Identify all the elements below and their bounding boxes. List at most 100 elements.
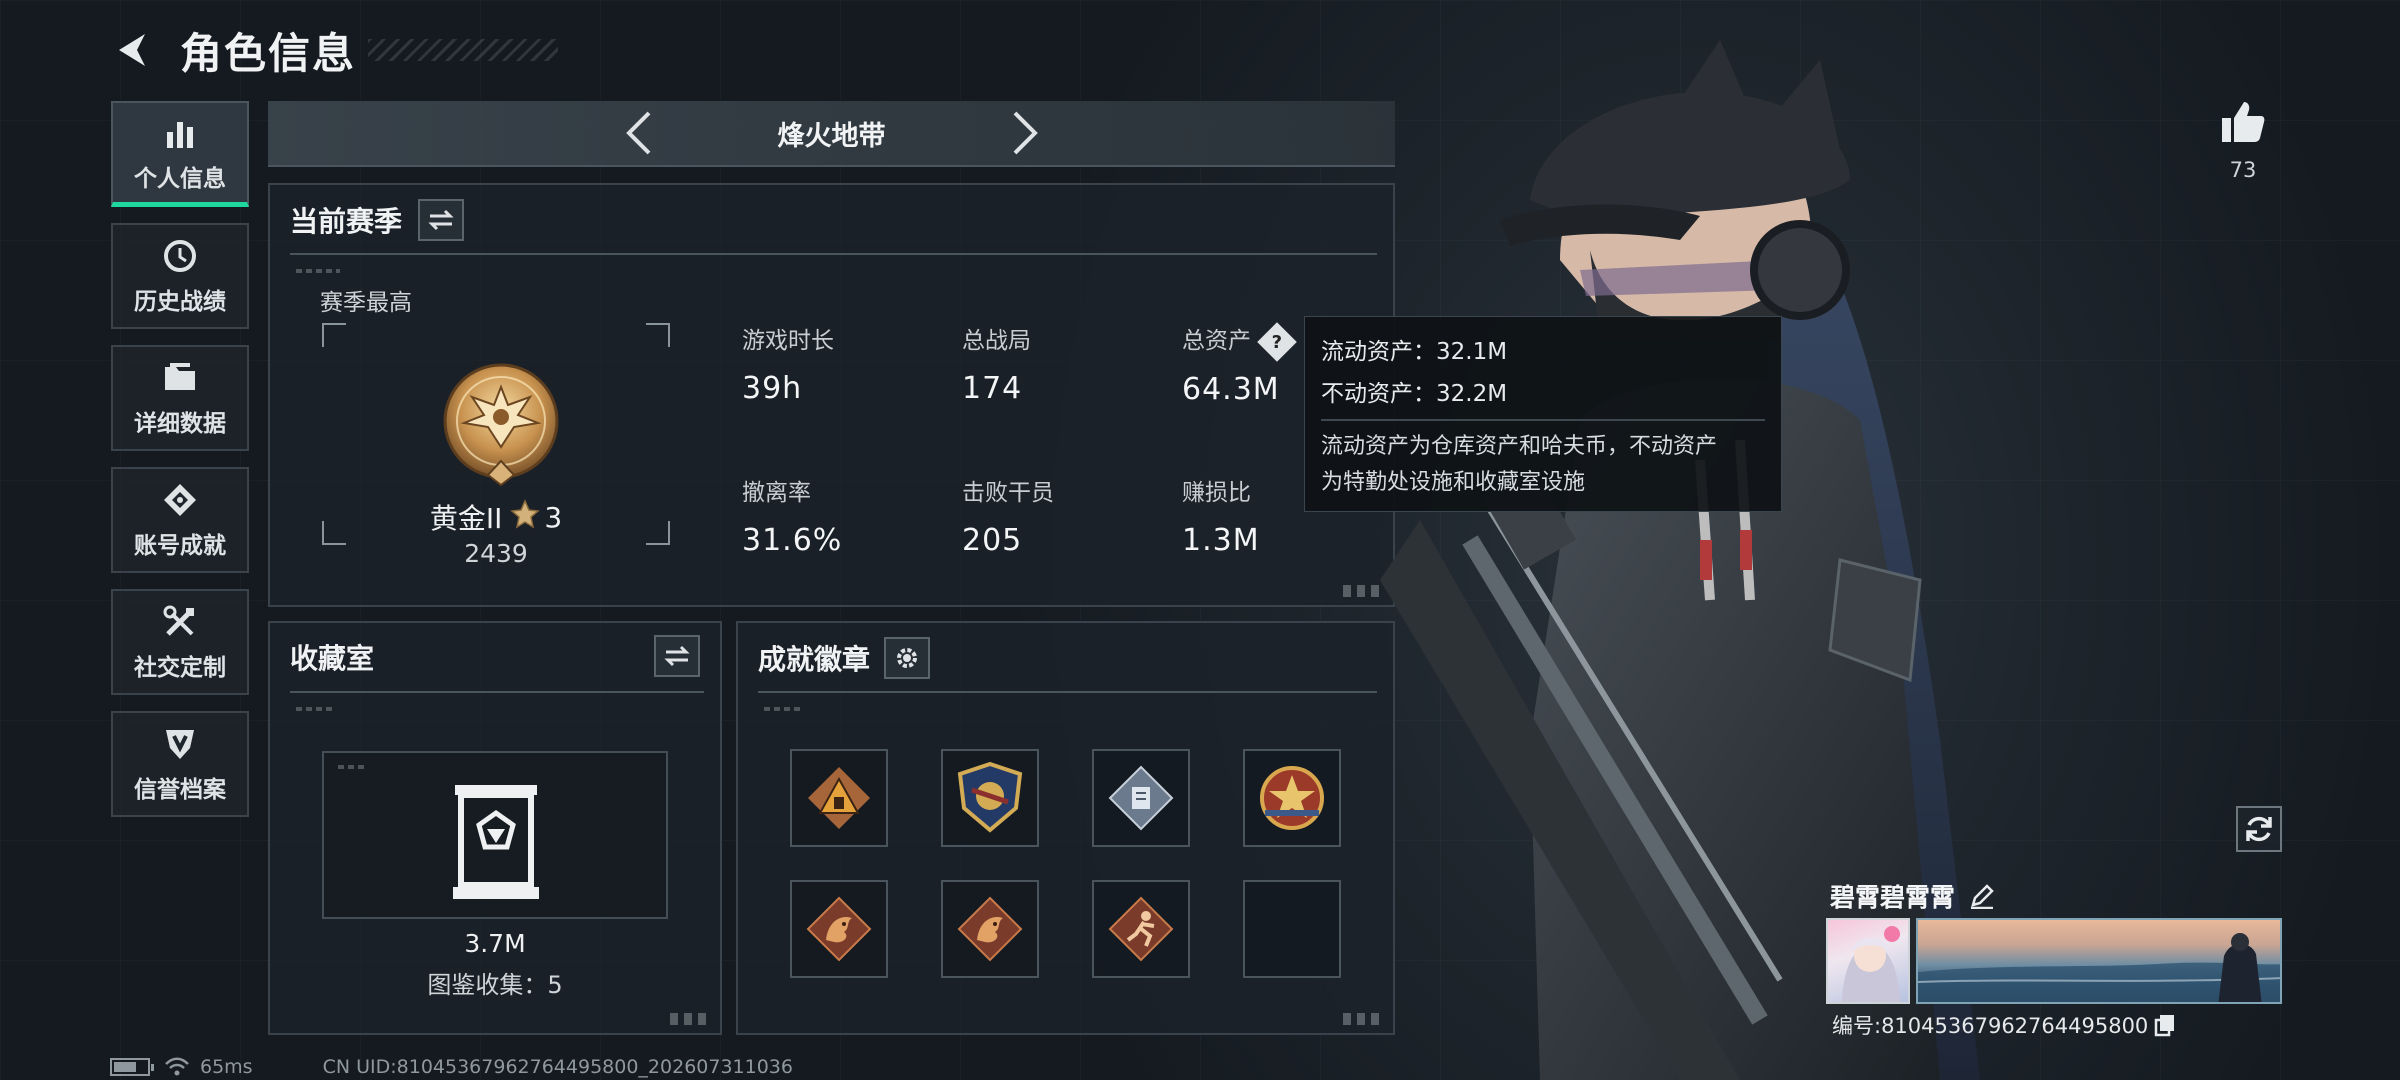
collection-preview[interactable]	[322, 751, 668, 919]
stat-value: 205	[962, 523, 1023, 558]
like-button[interactable]	[2218, 96, 2268, 146]
page-header: 角色信息	[110, 22, 559, 78]
next-mode-button[interactable]	[996, 103, 1056, 163]
badge-slot[interactable]	[790, 749, 888, 847]
sidebar-item-social-custom[interactable]: 社交定制	[111, 589, 249, 695]
stat-value: 64.3M	[1182, 371, 1280, 407]
mode-selector: 烽火地带	[268, 101, 1395, 167]
badge-slot[interactable]	[790, 880, 888, 978]
corner-decoration	[1343, 585, 1385, 597]
badge-slot-empty[interactable]	[1243, 880, 1341, 978]
sidebar-item-label: 账号成就	[134, 533, 226, 559]
tooltip-liquid-assets: 流动资产：32.1M	[1321, 339, 1508, 365]
badge-diamond-icon	[1108, 765, 1174, 831]
collection-count: 图鉴收集：5	[427, 971, 563, 999]
season-best-label: 赛季最高	[320, 290, 412, 316]
badge-slot[interactable]	[941, 749, 1039, 847]
player-name: 碧霄碧霄霄	[1830, 878, 1995, 914]
sidebar-item-label: 信誉档案	[134, 777, 226, 803]
badge-shield-icon	[957, 761, 1023, 833]
rank-score: 2439	[464, 539, 528, 568]
page-title: 角色信息	[180, 28, 357, 78]
sidebar-item-personal-info[interactable]: 个人信息	[111, 101, 249, 207]
battery-icon	[110, 1058, 154, 1076]
sidebar-item-achievements[interactable]: 账号成就	[111, 467, 249, 573]
stat-label: 撤离率	[742, 480, 811, 506]
panel-title: 成就徽章	[758, 643, 871, 676]
sidebar-item-label: 历史战绩	[134, 289, 226, 315]
title-stripe-decoration	[368, 39, 559, 61]
history-clock-icon	[160, 236, 200, 276]
badge-star-icon	[1260, 766, 1324, 830]
player-id: 编号:810453679627644958​00	[1832, 1010, 2176, 1040]
rank-tier-label: 黄金II	[429, 502, 503, 535]
stat-value: 1.3M	[1182, 523, 1260, 558]
rank-frame: 黄金II 3 2439	[322, 323, 670, 568]
sidebar-item-credit-record[interactable]: 信誉档案	[111, 711, 249, 817]
switch-collection-button[interactable]	[654, 635, 700, 677]
panel-title: 收藏室	[290, 642, 375, 675]
back-arrow-icon[interactable]	[110, 27, 156, 73]
copy-id-icon[interactable]	[2154, 1013, 2176, 1037]
stat-label: 游戏时长	[742, 328, 834, 354]
switch-season-button[interactable]	[418, 199, 465, 241]
stat-play-time: 游戏时长 39h	[742, 321, 834, 406]
badge-slot[interactable]	[1092, 749, 1190, 847]
swap-arrows-icon	[428, 209, 454, 231]
edit-name-icon[interactable]	[1969, 883, 1995, 909]
badge-dragon-icon	[957, 896, 1023, 962]
refresh-appearance-button[interactable]	[2236, 806, 2282, 852]
stat-profit-loss-ratio: 赚损比 1.3M	[1182, 473, 1260, 558]
divider	[758, 691, 1377, 693]
profile-banner[interactable]	[1916, 918, 2282, 1004]
stat-value: 31.6%	[742, 523, 843, 558]
stat-operators-defeated: 击败干员 205	[962, 473, 1054, 558]
bar-chart-icon	[160, 113, 200, 153]
stat-value: 39h	[742, 371, 803, 406]
help-question-icon[interactable]: ?	[1257, 321, 1297, 362]
sidebar-item-detailed-data[interactable]: 详细数据	[111, 345, 249, 451]
refresh-icon	[2246, 816, 2272, 842]
stat-label: 击败干员	[962, 480, 1054, 506]
player-id-text: 编号:810453679627644958​00	[1832, 1014, 2149, 1038]
status-bar: 65ms CN UID:810453679627644958​00_202607…	[110, 1054, 793, 1080]
wifi-icon	[164, 1057, 190, 1077]
mode-name: 烽火地带	[777, 120, 886, 152]
stat-label: 赚损比	[1182, 480, 1251, 506]
gear-icon	[897, 648, 918, 668]
rank-star-icon	[510, 498, 541, 536]
frame-corner	[646, 323, 670, 347]
badge-slot[interactable]	[941, 880, 1039, 978]
panel-title: 当前赛季	[290, 205, 403, 238]
stat-total-matches: 总战局 174	[962, 321, 1031, 406]
rank-star-count: 3	[544, 500, 563, 534]
badge-settings-button[interactable]	[884, 637, 931, 679]
stat-extraction-rate: 撤离率 31.6%	[742, 473, 842, 558]
badge-slot[interactable]	[1092, 880, 1190, 978]
display-case-icon	[453, 785, 539, 899]
player-avatar[interactable]	[1826, 918, 1910, 1004]
stat-label-text: 总资产	[1182, 328, 1251, 354]
badge-slot[interactable]	[1243, 749, 1341, 847]
micro-decoration	[764, 707, 804, 711]
shield-emblem-icon	[160, 724, 200, 764]
sidebar-item-label: 社交定制	[134, 655, 226, 681]
corner-decoration	[670, 1013, 712, 1025]
folder-icon	[160, 358, 200, 398]
ping-value: 65ms	[200, 1056, 253, 1078]
tooltip-fixed-assets: 不动资产：32.2M	[1321, 381, 1508, 407]
divider	[290, 253, 1377, 255]
assets-tooltip: 流动资产：32.1M 不动资产：32.2M 流动资产为仓库资产和哈夫币，不动资产…	[1304, 316, 1782, 512]
sidebar-item-history[interactable]: 历史战绩	[111, 223, 249, 329]
player-name-text: 碧霄碧霄霄	[1830, 883, 1956, 912]
badge-runner-icon	[1108, 896, 1174, 962]
thumbs-up-icon	[2222, 102, 2265, 142]
micro-decoration	[296, 707, 336, 711]
corner-decoration	[1343, 1013, 1385, 1025]
prev-mode-button[interactable]	[608, 103, 668, 163]
stat-label: 总资产?	[1182, 321, 1297, 362]
collection-value: 3.7M	[464, 929, 526, 958]
sidebar-item-label: 详细数据	[134, 411, 226, 437]
tooltip-description-line: 流动资产为仓库资产和哈夫币，不动资产	[1321, 434, 1718, 459]
badge-dragon-icon	[806, 896, 872, 962]
